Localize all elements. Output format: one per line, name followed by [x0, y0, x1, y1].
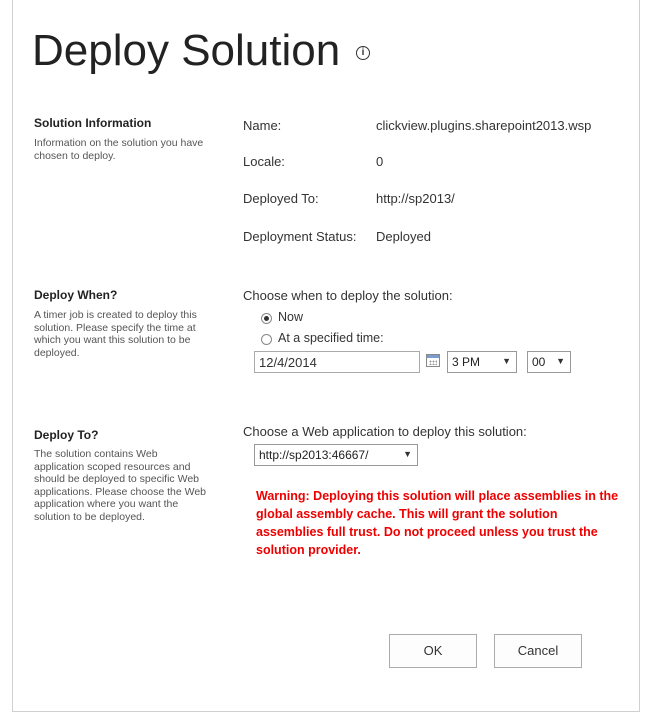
section-desc-deploy-when: A timer job is created to deploy this so…	[34, 309, 197, 359]
locale-label: Locale:	[243, 154, 285, 169]
cancel-button[interactable]: Cancel	[494, 634, 582, 668]
deploy-when-prompt: Choose when to deploy the solution:	[243, 288, 453, 303]
status-label: Deployment Status:	[243, 229, 357, 244]
hour-select[interactable]: 3 PM ▼	[447, 351, 517, 373]
web-application-select-value: http://sp2013:46667/	[259, 448, 369, 462]
radio-now[interactable]	[261, 313, 272, 324]
section-title-solution-info: Solution Information	[34, 116, 152, 130]
minute-select-value: 00	[532, 355, 546, 369]
name-label: Name:	[243, 118, 282, 133]
section-title-deploy-when: Deploy When?	[34, 288, 118, 302]
section-title-deploy-to: Deploy To?	[34, 428, 99, 442]
chevron-down-icon: ▼	[403, 449, 412, 459]
hour-select-value: 3 PM	[452, 355, 481, 369]
section-desc-solution-info: Information on the solution you have cho…	[34, 137, 204, 162]
web-application-select[interactable]: http://sp2013:46667/ ▼	[254, 444, 418, 466]
chevron-down-icon: ▼	[502, 356, 511, 366]
locale-value: 0	[376, 154, 384, 169]
deployed-to-label: Deployed To:	[243, 191, 319, 206]
info-icon[interactable]: i	[356, 46, 370, 60]
page-title: Deploy Solution	[32, 26, 341, 75]
minute-select[interactable]: 00 ▼	[527, 351, 571, 373]
calendar-icon[interactable]	[426, 354, 440, 367]
chevron-down-icon: ▼	[556, 356, 565, 366]
radio-now-label[interactable]: Now	[278, 310, 303, 324]
section-desc-deploy-to: The solution contains Web application sc…	[34, 448, 206, 523]
ok-button[interactable]: OK	[389, 634, 477, 668]
deploy-to-prompt: Choose a Web application to deploy this …	[243, 424, 527, 439]
trust-warning: Warning: Deploying this solution will pl…	[256, 489, 619, 557]
name-value: clickview.plugins.sharepoint2013.wsp	[376, 118, 592, 133]
status-value: Deployed	[376, 229, 431, 244]
radio-specified-time-label[interactable]: At a specified time:	[278, 331, 384, 345]
date-input[interactable]	[254, 351, 420, 373]
deployed-to-value: http://sp2013/	[376, 191, 455, 206]
radio-specified-time[interactable]	[261, 334, 272, 345]
